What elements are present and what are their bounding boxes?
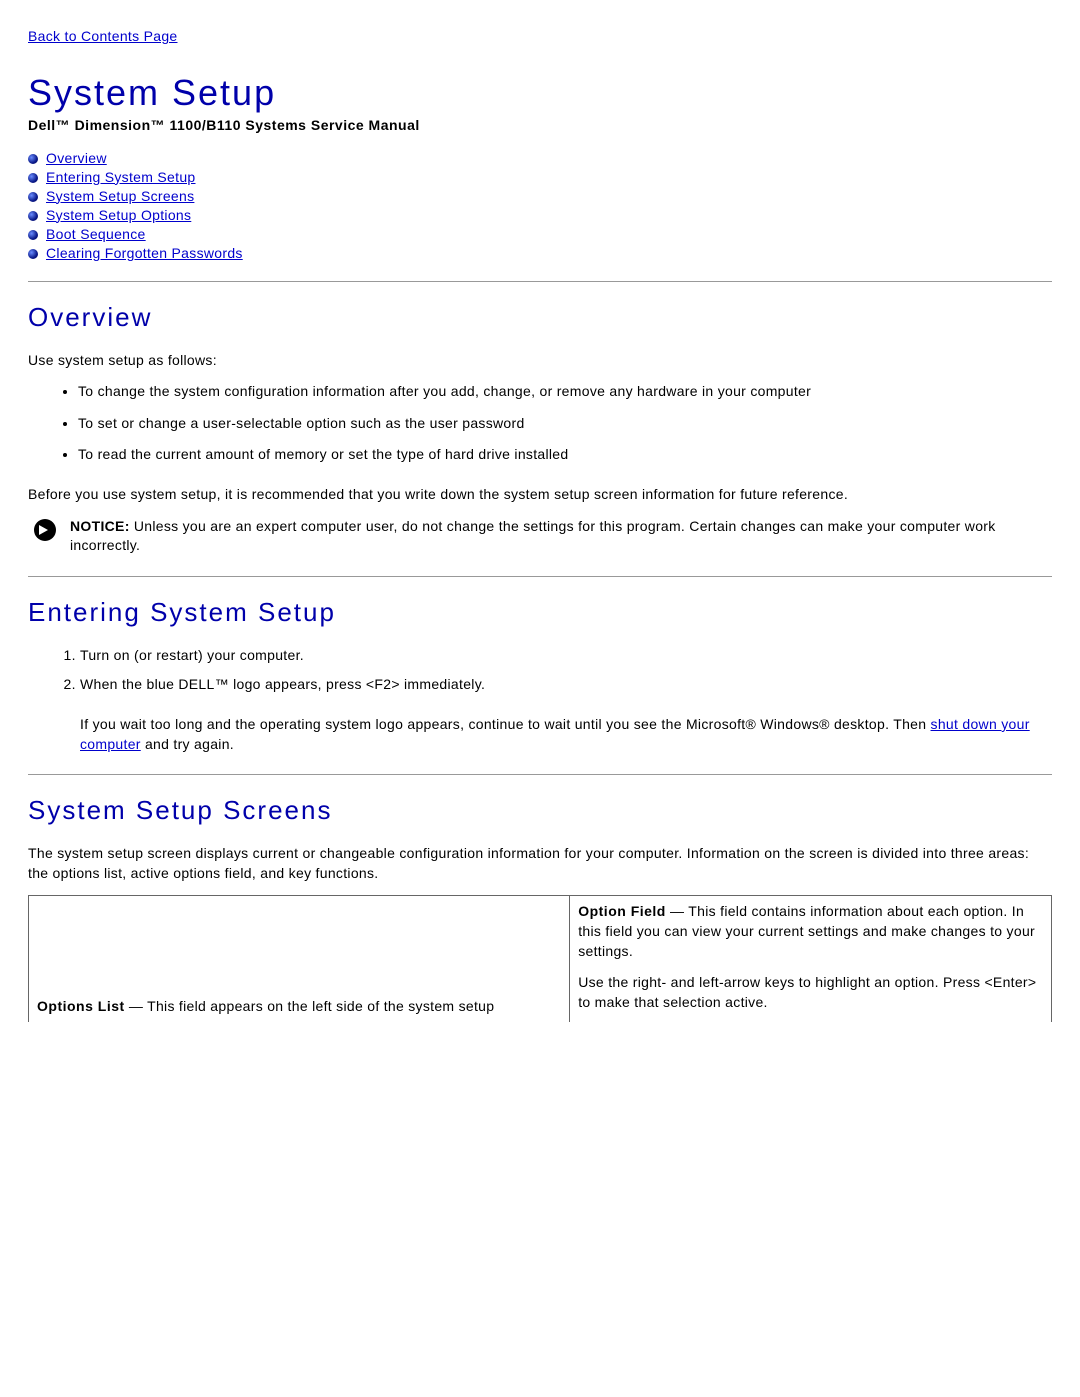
toc-item: Clearing Forgotten Passwords	[28, 245, 1052, 261]
toc-link-boot[interactable]: Boot Sequence	[46, 226, 146, 242]
options-list-text: — This field appears on the left side of…	[125, 998, 495, 1014]
overview-recommendation: Before you use system setup, it is recom…	[28, 485, 1052, 505]
bullet-icon	[28, 249, 38, 259]
screens-intro: The system setup screen displays current…	[28, 844, 1052, 883]
overview-heading: Overview	[28, 302, 1052, 333]
toc-item: Boot Sequence	[28, 226, 1052, 242]
notice-body: Unless you are an expert computer user, …	[70, 518, 996, 554]
toc-item: Entering System Setup	[28, 169, 1052, 185]
bullet-icon	[28, 192, 38, 202]
toc-item: Overview	[28, 150, 1052, 166]
toc-list: Overview Entering System Setup System Se…	[28, 150, 1052, 261]
page-title: System Setup	[28, 72, 1052, 114]
option-field-text2: Use the right- and left-arrow keys to hi…	[578, 973, 1043, 1012]
table-cell-option-field: Option Field — This field contains infor…	[570, 896, 1052, 1022]
toc-link-passwords[interactable]: Clearing Forgotten Passwords	[46, 245, 243, 261]
notice-arrow-icon	[34, 519, 56, 541]
screens-table: Options List — This field appears on the…	[28, 895, 1052, 1022]
wait-suffix: and try again.	[141, 736, 234, 752]
notice-label: NOTICE:	[70, 518, 130, 534]
entering-steps: Turn on (or restart) your computer. When…	[28, 646, 1052, 695]
entering-heading: Entering System Setup	[28, 597, 1052, 628]
list-item: To read the current amount of memory or …	[78, 445, 1052, 465]
toc-item: System Setup Screens	[28, 188, 1052, 204]
option-field-title: Option Field	[578, 903, 666, 919]
divider	[28, 576, 1052, 577]
toc-item: System Setup Options	[28, 207, 1052, 223]
toc-link-entering[interactable]: Entering System Setup	[46, 169, 196, 185]
entering-wait-para: If you wait too long and the operating s…	[80, 715, 1052, 754]
wait-prefix: If you wait too long and the operating s…	[80, 716, 931, 732]
overview-intro: Use system setup as follows:	[28, 351, 1052, 371]
back-to-contents-link[interactable]: Back to Contents Page	[28, 28, 178, 44]
bullet-icon	[28, 173, 38, 183]
list-item: To change the system configuration infor…	[78, 382, 1052, 402]
divider	[28, 281, 1052, 282]
notice-block: NOTICE: Unless you are an expert compute…	[28, 517, 1052, 556]
bullet-icon	[28, 230, 38, 240]
options-list-title: Options List	[37, 998, 125, 1014]
divider	[28, 774, 1052, 775]
overview-bullets: To change the system configuration infor…	[28, 382, 1052, 465]
table-cell-options-list: Options List — This field appears on the…	[29, 896, 570, 1022]
bullet-icon	[28, 211, 38, 221]
toc-link-screens[interactable]: System Setup Screens	[46, 188, 194, 204]
toc-link-overview[interactable]: Overview	[46, 150, 107, 166]
list-item: When the blue DELL™ logo appears, press …	[80, 675, 1052, 695]
bullet-icon	[28, 154, 38, 164]
notice-text: NOTICE: Unless you are an expert compute…	[70, 517, 1052, 556]
subtitle: Dell™ Dimension™ 1100/B110 Systems Servi…	[28, 116, 1052, 136]
toc-link-options[interactable]: System Setup Options	[46, 207, 191, 223]
list-item: Turn on (or restart) your computer.	[80, 646, 1052, 666]
screens-heading: System Setup Screens	[28, 795, 1052, 826]
list-item: To set or change a user-selectable optio…	[78, 414, 1052, 434]
